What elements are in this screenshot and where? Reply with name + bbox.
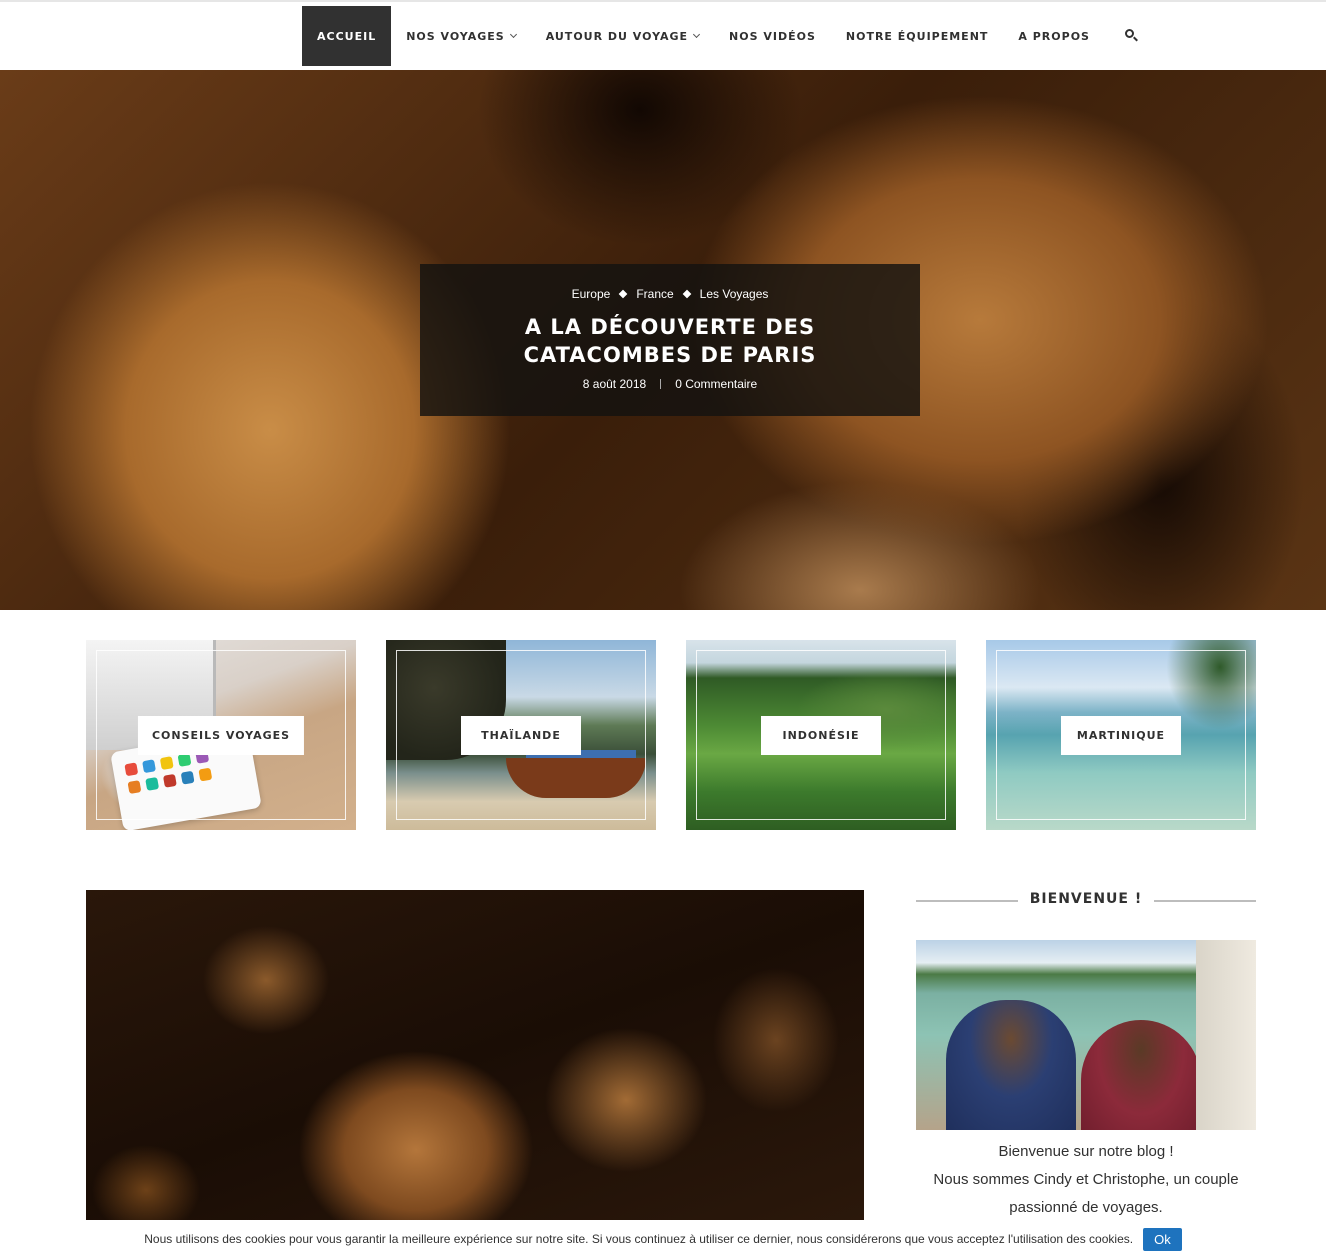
chevron-down-icon: [509, 30, 517, 38]
tile-label: THAÏLANDE: [461, 716, 581, 755]
cookie-consent-bar: Nous utilisons des cookies pour vous gar…: [0, 1220, 1326, 1258]
tile-label: INDONÉSIE: [761, 716, 881, 755]
widget-title-text: BIENVENUE !: [1017, 891, 1155, 907]
nav-item-label: AUTOUR DU VOYAGE: [545, 29, 689, 43]
tile-label: MARTINIQUE: [1061, 716, 1181, 755]
nav-item-a-propos[interactable]: A PROPOS: [1003, 6, 1105, 66]
cookie-accept-button[interactable]: Ok: [1143, 1227, 1182, 1251]
search-icon: [1124, 28, 1140, 44]
nav-item-nos-videos[interactable]: NOS VIDÉOS: [714, 6, 831, 66]
meta-divider: [660, 379, 662, 389]
person-image: [1081, 1020, 1201, 1130]
welcome-line-1: Bienvenue sur notre blog !: [998, 1143, 1174, 1160]
hero-categories: Europe France Les Voyages: [420, 287, 920, 301]
category-link-les-voyages[interactable]: Les Voyages: [700, 287, 769, 301]
diamond-separator-icon: [682, 289, 691, 299]
statue-image: [1196, 940, 1256, 1130]
chevron-down-icon: [693, 30, 701, 38]
tile-thailande[interactable]: THAÏLANDE: [386, 640, 656, 830]
welcome-line-2: Nous sommes Cindy et Christophe, un coup…: [933, 1171, 1239, 1216]
nav-menu: ACCUEIL NOS VOYAGES AUTOUR DU VOYAGE NOS…: [302, 6, 1155, 66]
search-button[interactable]: [1105, 6, 1155, 66]
person-image: [946, 1000, 1076, 1130]
nav-item-notre-equipement[interactable]: NOTRE ÉQUIPEMENT: [831, 6, 1004, 66]
hero-post-meta: 8 août 2018 0 Commentaire: [420, 377, 920, 391]
category-tiles: CONSEILS VOYAGES THAÏLANDE INDONÉSIE MAR…: [86, 640, 1256, 830]
tile-label: CONSEILS VOYAGES: [137, 716, 305, 755]
comments-link[interactable]: 0 Commentaire: [675, 377, 757, 391]
tile-indonesie[interactable]: INDONÉSIE: [686, 640, 956, 830]
sidebar-widget-welcome: BIENVENUE ! Bienvenue sur notre blog ! N…: [916, 890, 1256, 1222]
hero-caption-box: Europe France Les Voyages A LA DÉCOUVERT…: [420, 264, 920, 416]
nav-item-accueil[interactable]: ACCUEIL: [302, 6, 392, 66]
category-link-europe[interactable]: Europe: [572, 287, 611, 301]
nav-item-autour-du-voyage[interactable]: AUTOUR DU VOYAGE: [531, 6, 714, 66]
nav-item-nos-voyages[interactable]: NOS VOYAGES: [391, 6, 530, 66]
cookie-text: Nous utilisons des cookies pour vous gar…: [144, 1232, 1134, 1246]
main-navigation: ACCUEIL NOS VOYAGES AUTOUR DU VOYAGE NOS…: [0, 0, 1326, 70]
hero-post-title[interactable]: A LA DÉCOUVERTE DES CATACOMBES DE PARIS: [450, 313, 890, 369]
tile-martinique[interactable]: MARTINIQUE: [986, 640, 1256, 830]
diamond-separator-icon: [619, 289, 628, 299]
tile-conseils-voyages[interactable]: CONSEILS VOYAGES: [86, 640, 356, 830]
widget-title: BIENVENUE !: [916, 890, 1256, 910]
authors-photo: [916, 940, 1256, 1130]
post-featured-image[interactable]: [86, 890, 864, 1220]
nav-item-label: NOS VOYAGES: [406, 29, 505, 43]
post-date: 8 août 2018: [582, 377, 647, 391]
welcome-text: Bienvenue sur notre blog ! Nous sommes C…: [916, 1138, 1256, 1222]
category-link-france[interactable]: France: [636, 287, 673, 301]
hero-featured-image[interactable]: Europe France Les Voyages A LA DÉCOUVERT…: [0, 70, 1326, 610]
